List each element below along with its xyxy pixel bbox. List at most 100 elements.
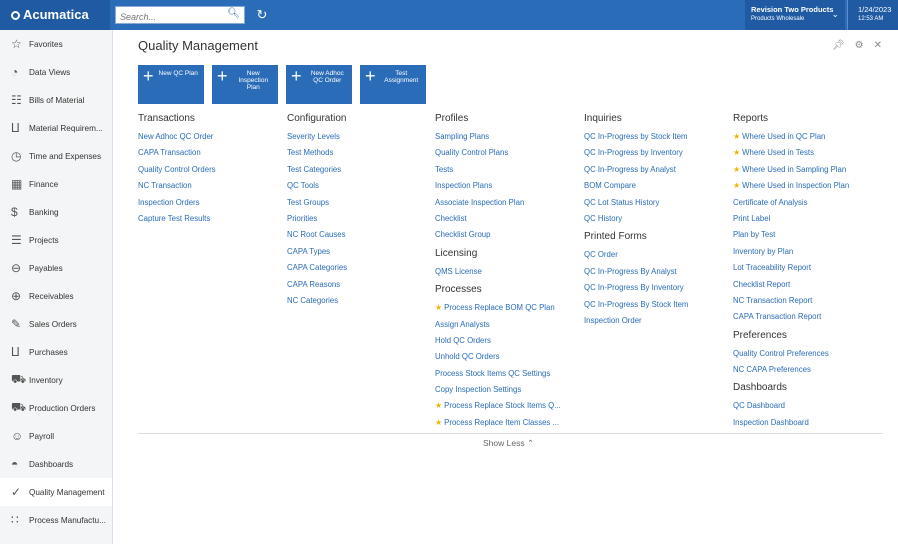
workspace-link[interactable]: QC Tools [287,178,347,194]
workspace-link[interactable]: CAPA Categories [287,260,347,276]
workspace-link[interactable]: QC History [584,211,688,227]
sidebar-item[interactable]: ☺ Payroll [0,422,112,450]
workspace-link[interactable]: NC CAPA Preferences [733,362,849,378]
quick-action-button[interactable]: + New Adhoc QC Order [286,65,352,104]
sidebar-item[interactable]: ☰ Projects [0,226,112,254]
sidebar-item[interactable]: ◷ Time and Expenses [0,142,112,170]
workspace-link[interactable]: Test Categories [287,162,347,178]
workspace-link[interactable]: Checklist Report [733,277,849,293]
workspace-link[interactable]: ★ Where Used in Sampling Plan [733,162,849,178]
workspace-link[interactable]: BOM Compare [584,178,688,194]
workspace-link[interactable]: CAPA Transaction [138,145,216,161]
show-less-button[interactable]: Show Less ⌃ [483,438,534,449]
workspace-link[interactable]: NC Transaction Report [733,293,849,309]
workspace-link[interactable]: ★ Where Used in Tests [733,145,849,161]
sidebar-item[interactable]: ⛟ Inventory [0,366,112,394]
workspace-link[interactable]: QC In-Progress by Analyst [584,162,688,178]
workspace-link[interactable]: QMS License [435,264,561,280]
workspace-link[interactable]: NC Root Causes [287,227,347,243]
star-icon[interactable]: ★ [733,148,740,157]
workspace-link[interactable]: ★ Process Replace Item Classes ... [435,415,561,431]
sidebar-item[interactable]: ∷ Process Manufactu... [0,506,112,534]
workspace-link[interactable]: Priorities [287,211,347,227]
workspace-link[interactable]: QC In-Progress By Inventory [584,280,688,296]
brand-logo[interactable]: Acumatica [0,0,110,30]
workspace-link[interactable]: Copy Inspection Settings [435,382,561,398]
sidebar-item[interactable]: ◓ Dashboards [0,450,112,478]
workspace-link[interactable]: ★ Process Replace BOM QC Plan [435,300,561,316]
workspace-link[interactable]: QC In-Progress By Stock Item [584,297,688,313]
workspace-link[interactable]: Inspection Orders [138,195,216,211]
gear-icon[interactable]: ⚙ [855,40,874,51]
workspace-link[interactable]: Unhold QC Orders [435,349,561,365]
sidebar-item[interactable]: ✎ Sales Orders [0,310,112,338]
tenant-selector[interactable]: Revision Two Products Products Wholesale… [745,0,845,30]
workspace-link[interactable]: Sampling Plans [435,129,561,145]
workspace-link[interactable]: Inspection Plans [435,178,561,194]
close-icon[interactable]: ✕ [874,40,892,51]
search-icon[interactable]: 🔍︎ [227,8,240,19]
date-time[interactable]: 1/24/2023 12:53 AM [847,0,898,30]
quick-action-button[interactable]: + New QC Plan [138,65,204,104]
workspace-link[interactable]: QC In-Progress by Inventory [584,145,688,161]
workspace-link[interactable]: Checklist [435,211,561,227]
workspace-link[interactable]: Inventory by Plan [733,244,849,260]
quick-action-button[interactable]: + Test Assignment [360,65,426,104]
workspace-link[interactable]: Tests [435,162,561,178]
star-icon[interactable]: ★ [733,181,740,190]
workspace-link[interactable]: Severity Levels [287,129,347,145]
workspace-link[interactable]: QC In-Progress By Analyst [584,264,688,280]
workspace-link[interactable]: Hold QC Orders [435,333,561,349]
workspace-link[interactable]: Capture Test Results [138,211,216,227]
workspace-link[interactable]: Associate Inspection Plan [435,195,561,211]
workspace-link[interactable]: NC Categories [287,293,347,309]
workspace-link[interactable]: Quality Control Preferences [733,346,849,362]
workspace-link[interactable]: Test Methods [287,145,347,161]
sidebar-item[interactable]: ⊖ Payables [0,254,112,282]
sidebar-item[interactable]: ⨿ Material Requirem... [0,114,112,142]
workspace-link[interactable]: Lot Traceability Report [733,260,849,276]
sidebar-item[interactable]: ☆ Favorites [0,30,112,58]
workspace-link[interactable]: QC Dashboard [733,398,849,414]
workspace-link[interactable]: Inspection Order [584,313,688,329]
star-icon[interactable]: ★ [733,165,740,174]
history-icon[interactable]: ↻ [253,6,271,24]
sidebar-item[interactable]: ◔ Data Views [0,58,112,86]
workspace-link[interactable]: Quality Control Orders [138,162,216,178]
sidebar-item[interactable]: $ Banking [0,198,112,226]
workspace-link[interactable]: Assign Analysts [435,317,561,333]
workspace-link[interactable]: Print Label [733,211,849,227]
sidebar-item[interactable]: ⨿ Purchases [0,338,112,366]
sidebar-item[interactable]: ✓ Quality Management [0,478,112,506]
workspace-link[interactable]: ★ Where Used in Inspection Plan [733,178,849,194]
sidebar-item[interactable]: ▦ Finance [0,170,112,198]
workspace-link[interactable]: Process Stock Items QC Settings [435,366,561,382]
sidebar-item[interactable]: ⛟ Production Orders [0,394,112,422]
sidebar-item[interactable]: ☷ Bills of Material [0,86,112,114]
quick-action-button[interactable]: + New Inspection Plan [212,65,278,104]
workspace-link[interactable]: CAPA Reasons [287,277,347,293]
workspace-link[interactable]: Certificate of Analysis [733,195,849,211]
workspace-link[interactable]: NC Transaction [138,178,216,194]
workspace-link[interactable]: ★ Process Replace Stock Items Q... [435,398,561,414]
workspace-link[interactable]: Plan by Test [733,227,849,243]
workspace-link[interactable]: Checklist Group [435,227,561,243]
workspace-link[interactable]: ★ Where Used in QC Plan [733,129,849,145]
search-input[interactable] [116,9,224,25]
workspace-link[interactable]: Quality Control Plans [435,145,561,161]
star-icon[interactable]: ★ [733,132,740,141]
workspace-link[interactable]: New Adhoc QC Order [138,129,216,145]
star-icon[interactable]: ★ [435,401,442,410]
star-icon[interactable]: ★ [435,303,442,312]
workspace-link[interactable]: CAPA Types [287,244,347,260]
workspace-link[interactable]: QC In-Progress by Stock Item [584,129,688,145]
sidebar-item[interactable]: ⊕ Receivables [0,282,112,310]
star-icon[interactable]: ★ [435,418,442,427]
workspace-link[interactable]: Test Groups [287,195,347,211]
search-box[interactable]: 🔍︎ [115,6,245,25]
workspace-link[interactable]: Inspection Dashboard [733,415,849,431]
workspace-link[interactable]: CAPA Transaction Report [733,309,849,325]
workspace-link[interactable]: QC Order [584,247,688,263]
workspace-link[interactable]: QC Lot Status History [584,195,688,211]
pin-icon[interactable]: 📌︎ [832,40,855,51]
